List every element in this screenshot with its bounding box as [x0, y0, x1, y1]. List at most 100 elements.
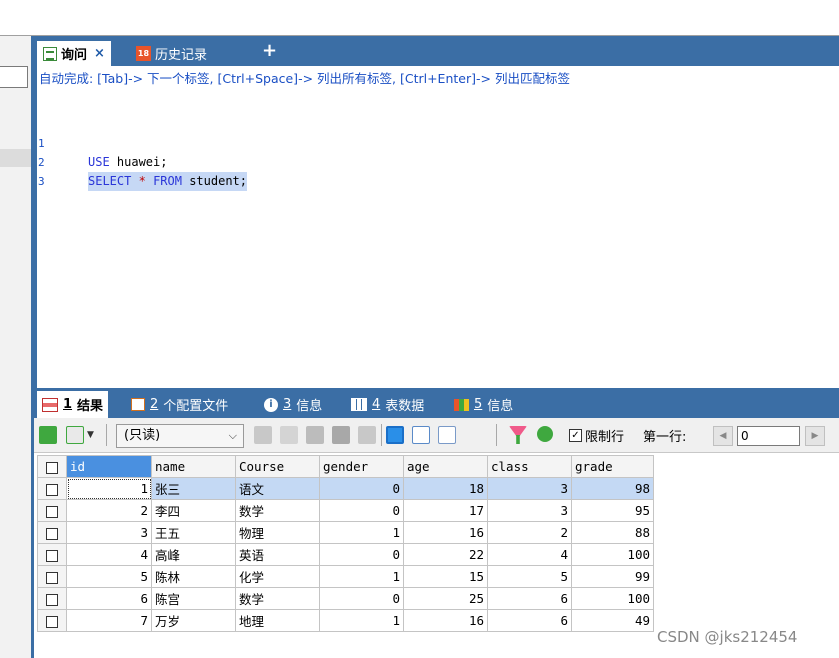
row-checkbox[interactable] — [37, 565, 67, 588]
table-row[interactable]: 5 陈林 化学 1 15 5 99 — [37, 565, 654, 588]
chevron-down-icon[interactable]: ▼ — [87, 426, 99, 444]
prev-page-button[interactable]: ◀ — [713, 426, 733, 446]
cell-class[interactable]: 6 — [487, 587, 572, 610]
cell-class[interactable]: 4 — [487, 543, 572, 566]
sql-editor[interactable]: 自动完成: [Tab]-> 下一个标签, [Ctrl+Space]-> 列出所有… — [37, 66, 839, 388]
next-page-button[interactable]: ▶ — [805, 426, 825, 446]
cell-age[interactable]: 18 — [403, 477, 488, 500]
tab-history[interactable]: 18 历史记录 — [130, 41, 213, 66]
cell-class[interactable]: 3 — [487, 499, 572, 522]
tab-profile[interactable]: 2 个配置文件 — [126, 391, 233, 418]
row-checkbox[interactable] — [37, 587, 67, 610]
cell-age[interactable]: 16 — [403, 609, 488, 632]
cell-grade[interactable]: 100 — [571, 543, 654, 566]
cell-gender[interactable]: 1 — [319, 565, 404, 588]
table-row[interactable]: 1 张三 语文 0 18 3 98 — [37, 477, 654, 500]
table-row[interactable]: 4 高峰 英语 0 22 4 100 — [37, 543, 654, 566]
close-tab-icon[interactable]: × — [94, 46, 105, 61]
cell-name[interactable]: 陈林 — [151, 565, 236, 588]
text-view-icon[interactable] — [438, 426, 456, 444]
refresh-grid-icon[interactable] — [358, 426, 376, 444]
cell-age[interactable]: 15 — [403, 565, 488, 588]
column-header-gender[interactable]: gender — [319, 455, 404, 478]
cell-grade[interactable]: 98 — [571, 477, 654, 500]
column-header-name[interactable]: name — [151, 455, 236, 478]
save-icon[interactable] — [306, 426, 324, 444]
cell-id[interactable]: 7 — [66, 609, 152, 632]
form-view-icon[interactable] — [412, 426, 430, 444]
row-checkbox[interactable] — [37, 499, 67, 522]
select-all-checkbox[interactable] — [37, 455, 67, 478]
cell-age[interactable]: 22 — [403, 543, 488, 566]
cell-class[interactable]: 5 — [487, 565, 572, 588]
cell-gender[interactable]: 0 — [319, 587, 404, 610]
limit-rows-checkbox[interactable]: ✓ 限制行 — [569, 426, 624, 445]
cell-grade[interactable]: 99 — [571, 565, 654, 588]
tab-info[interactable]: i 3 信息 — [259, 391, 327, 418]
column-header-class[interactable]: class — [487, 455, 572, 478]
tab-info-2[interactable]: 5 信息 — [449, 391, 518, 418]
cell-name[interactable]: 陈宫 — [151, 587, 236, 610]
tab-table-data[interactable]: 4 表数据 — [346, 391, 429, 418]
table-row[interactable]: 7 万岁 地理 1 16 6 49 — [37, 609, 654, 632]
cell-age[interactable]: 25 — [403, 587, 488, 610]
delete-icon[interactable] — [332, 426, 350, 444]
cell-name[interactable]: 李四 — [151, 499, 236, 522]
cell-course[interactable]: 化学 — [235, 565, 320, 588]
cell-id[interactable]: 5 — [66, 565, 152, 588]
cell-grade[interactable]: 100 — [571, 587, 654, 610]
cell-grade[interactable]: 49 — [571, 609, 654, 632]
save-changes-icon[interactable] — [254, 426, 272, 444]
row-checkbox[interactable] — [37, 521, 67, 544]
reset-filter-icon[interactable] — [537, 426, 553, 442]
column-header-id[interactable]: id — [66, 455, 152, 478]
cell-gender[interactable]: 1 — [319, 521, 404, 544]
cell-class[interactable]: 6 — [487, 609, 572, 632]
cell-gender[interactable]: 0 — [319, 477, 404, 500]
cell-course[interactable]: 地理 — [235, 609, 320, 632]
add-row-icon[interactable] — [39, 426, 57, 444]
row-checkbox[interactable] — [37, 543, 67, 566]
add-tab-button[interactable]: + — [262, 40, 277, 61]
cell-class[interactable]: 2 — [487, 521, 572, 544]
insert-row-icon[interactable] — [66, 426, 84, 444]
cell-name[interactable]: 高峰 — [151, 543, 236, 566]
cell-gender[interactable]: 0 — [319, 543, 404, 566]
cell-grade[interactable]: 88 — [571, 521, 654, 544]
cell-age[interactable]: 17 — [403, 499, 488, 522]
cell-course[interactable]: 英语 — [235, 543, 320, 566]
cell-id[interactable]: 1 — [66, 477, 152, 500]
column-header-course[interactable]: Course — [235, 455, 320, 478]
grid-view-icon[interactable] — [386, 426, 404, 444]
cell-id[interactable]: 4 — [66, 543, 152, 566]
cell-gender[interactable]: 1 — [319, 609, 404, 632]
cell-name[interactable]: 张三 — [151, 477, 236, 500]
filter-icon[interactable] — [509, 426, 527, 444]
cell-age[interactable]: 16 — [403, 521, 488, 544]
object-browser-selected-item[interactable] — [0, 149, 31, 167]
cell-course[interactable]: 数学 — [235, 587, 320, 610]
cell-name[interactable]: 王五 — [151, 521, 236, 544]
cell-id[interactable]: 6 — [66, 587, 152, 610]
duplicate-row-icon[interactable] — [280, 426, 298, 444]
table-row[interactable]: 2 李四 数学 0 17 3 95 — [37, 499, 654, 522]
cell-gender[interactable]: 0 — [319, 499, 404, 522]
column-header-grade[interactable]: grade — [571, 455, 654, 478]
cell-id[interactable]: 2 — [66, 499, 152, 522]
tab-query[interactable]: 询问 × — [37, 41, 111, 66]
row-checkbox[interactable] — [37, 477, 67, 500]
table-row[interactable]: 6 陈宫 数学 0 25 6 100 — [37, 587, 654, 610]
mode-select[interactable]: (只读) ⌵ — [116, 424, 244, 448]
tab-result[interactable]: 1 结果 — [37, 391, 109, 418]
cell-course[interactable]: 语文 — [235, 477, 320, 500]
cell-course[interactable]: 物理 — [235, 521, 320, 544]
table-row[interactable]: 3 王五 物理 1 16 2 88 — [37, 521, 654, 544]
row-checkbox[interactable] — [37, 609, 67, 632]
cell-name[interactable]: 万岁 — [151, 609, 236, 632]
cell-grade[interactable]: 95 — [571, 499, 654, 522]
first-row-input[interactable]: 0 — [737, 426, 800, 446]
cell-class[interactable]: 3 — [487, 477, 572, 500]
cell-course[interactable]: 数学 — [235, 499, 320, 522]
object-filter-input[interactable] — [0, 66, 28, 88]
column-header-age[interactable]: age — [403, 455, 488, 478]
